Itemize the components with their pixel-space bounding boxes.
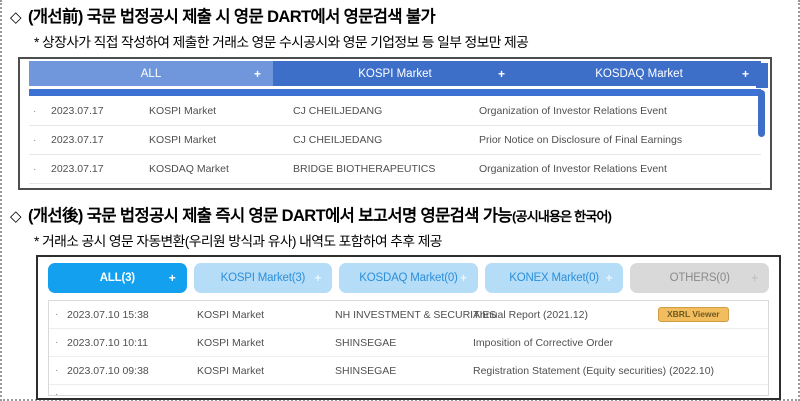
row-bullet: · — [33, 134, 37, 146]
plus-icon[interactable]: + — [169, 271, 176, 285]
cell-market: KOSPI Market — [197, 364, 265, 377]
cell-date: 2023.07.17 — [51, 105, 104, 117]
cell-report-title[interactable]: Organization of Investor Relations Event — [479, 163, 761, 175]
plus-icon[interactable]: + — [460, 271, 467, 285]
scrollbar-thumb[interactable] — [758, 90, 765, 137]
section-before-title-text: (개선前) 국문 법정공시 제출 시 영문 DART에서 영문검색 불가 — [27, 8, 436, 26]
tab-kospi-label: KOSPI Market(3) — [220, 272, 306, 284]
after-screenshot: ALL(3) + KOSPI Market(3) + KOSDAQ Market… — [36, 255, 781, 400]
tab-konex-market[interactable]: KONEX Market(0) + — [484, 263, 624, 293]
after-disclosure-list: · 2023.07.10 15:38 KOSPI Market NH INVES… — [48, 300, 769, 396]
cell-date: 2023.07.10 09:38 — [67, 364, 149, 377]
cell-date: 2023.07.17 — [51, 134, 104, 146]
tab-kospi-market[interactable]: KOSPI Market(3) + — [193, 263, 333, 293]
cell-report-title[interactable]: Prior Notice on Disclosure of Final Earn… — [479, 134, 761, 146]
before-screenshot: ALL + KOSPI Market + KOSDAQ Market + · 2… — [18, 57, 772, 190]
plus-icon[interactable]: + — [314, 271, 321, 285]
header-strip — [29, 89, 761, 96]
cell-date: 2023.07.10 15:38 — [67, 308, 149, 321]
tab-others[interactable]: OTHERS(0) + — [630, 263, 769, 293]
section-before-subtitle: * 상장사가 직접 작성하여 제출한 거래소 영문 수시공시와 영문 기업정보 … — [34, 35, 529, 50]
tab-all[interactable]: ALL + — [29, 61, 273, 86]
row-bullet: · — [33, 105, 37, 117]
section-after-title: ◇ (개선後) 국문 법정공시 제출 즉시 영문 DART에서 보고서명 영문검… — [8, 202, 792, 226]
diamond-bullet-icon: ◇ — [10, 9, 22, 26]
cell-badge: XBRL Viewer — [658, 306, 768, 323]
table-row[interactable]: · 2023.07.17 KOSPI Market CJ CHEILJEDANG… — [29, 97, 761, 126]
xbrl-viewer-badge[interactable]: XBRL Viewer — [658, 306, 729, 323]
tab-all[interactable]: ALL(3) + — [48, 263, 187, 293]
cell-company[interactable]: CJ CHEILJEDANG — [293, 105, 479, 117]
tabbar-right-fill — [756, 63, 768, 88]
cell-company[interactable]: BRIDGE BIOTHERAPEUTICS — [293, 163, 479, 175]
section-after-title-main: (개선後) 국문 법정공시 제출 즉시 영문 DART에서 보고서명 영문검색 … — [27, 207, 513, 225]
tab-kosdaq-label: KOSDAQ Market(0) — [359, 272, 458, 284]
cell-company[interactable]: SHINSEGAE — [335, 365, 473, 377]
table-row-empty: · — [49, 385, 768, 396]
plus-icon[interactable]: + — [742, 67, 749, 81]
row-bullet: · — [55, 337, 59, 348]
cell-market: KOSDAQ Market — [149, 163, 229, 175]
tab-kospi-market[interactable]: KOSPI Market + — [273, 61, 517, 86]
cell-market: KOSPI Market — [197, 336, 265, 349]
tab-kosdaq-market[interactable]: KOSDAQ Market(0) + — [339, 263, 478, 293]
cell-market: KOSPI Market — [149, 105, 217, 117]
table-row[interactable]: · 2023.07.17 KOSPI Market CJ CHEILJEDANG… — [29, 126, 761, 155]
section-before: ◇ (개선前) 국문 법정공시 제출 시 영문 DART에서 영문검색 불가 *… — [8, 3, 792, 190]
cell-date: 2023.07.10 10:11 — [67, 336, 148, 349]
table-row[interactable]: · 2023.07.10 09:38 KOSPI Market SHINSEGA… — [49, 357, 768, 385]
cell-report-title[interactable]: Organization of Investor Relations Event — [479, 105, 761, 117]
table-row[interactable]: · 2023.07.10 15:38 KOSPI Market NH INVES… — [49, 301, 768, 329]
tab-kosdaq-label: KOSDAQ Market — [595, 67, 683, 80]
cell-market: KOSPI Market — [149, 134, 217, 146]
section-after-title-suffix: (공시내용은 한국어) — [512, 209, 612, 224]
document-frame: ◇ (개선前) 국문 법정공시 제출 시 영문 DART에서 영문검색 불가 *… — [0, 0, 800, 401]
section-after-subtitle: * 거래소 공시 영문 자동변환(우리원 방식과 유사) 내역도 포함하여 추후… — [34, 234, 442, 249]
row-bullet: · — [55, 389, 59, 396]
section-before-title: ◇ (개선前) 국문 법정공시 제출 시 영문 DART에서 영문검색 불가 — [8, 3, 792, 27]
cell-company[interactable]: CJ CHEILJEDANG — [293, 134, 479, 146]
cell-company[interactable]: NH INVESTMENT & SECURITIES — [335, 309, 496, 321]
tab-konex-label: KONEX Market(0) — [509, 272, 599, 284]
after-tabbar: ALL(3) + KOSPI Market(3) + KOSDAQ Market… — [48, 263, 769, 293]
plus-icon[interactable]: + — [751, 271, 758, 285]
cell-report-title[interactable]: Annual Report (2021.12) — [473, 309, 658, 321]
plus-icon[interactable]: + — [606, 271, 613, 285]
cell-report-title[interactable]: Registration Statement (Equity securitie… — [473, 365, 714, 377]
table-row[interactable]: · 2023.07.10 10:11 KOSPI Market SHINSEGA… — [49, 329, 768, 357]
table-row-partial — [29, 184, 761, 188]
tab-others-label: OTHERS(0) — [669, 272, 730, 284]
tab-all-label: ALL(3) — [99, 272, 135, 284]
cell-report-title[interactable]: Imposition of Corrective Order — [473, 337, 658, 349]
before-disclosure-list: · 2023.07.17 KOSPI Market CJ CHEILJEDANG… — [29, 97, 761, 188]
cell-date: 2023.07.17 — [51, 163, 104, 175]
section-after-title-text: (개선後) 국문 법정공시 제출 즉시 영문 DART에서 보고서명 영문검색 … — [27, 202, 612, 226]
row-bullet: · — [55, 309, 59, 320]
plus-icon[interactable]: + — [498, 67, 505, 81]
before-tabbar: ALL + KOSPI Market + KOSDAQ Market + — [29, 61, 761, 86]
cell-company[interactable]: SHINSEGAE — [335, 337, 473, 349]
row-bullet: · — [55, 365, 59, 376]
tab-all-label: ALL — [140, 67, 162, 80]
diamond-bullet-icon: ◇ — [10, 208, 22, 225]
table-row[interactable]: · 2023.07.17 KOSDAQ Market BRIDGE BIOTHE… — [29, 155, 761, 184]
tab-kospi-label: KOSPI Market — [358, 67, 432, 80]
plus-icon[interactable]: + — [254, 67, 261, 81]
section-after: ◇ (개선後) 국문 법정공시 제출 즉시 영문 DART에서 보고서명 영문검… — [8, 202, 792, 400]
row-bullet: · — [33, 163, 37, 175]
cell-market: KOSPI Market — [197, 308, 265, 321]
tab-kosdaq-market[interactable]: KOSDAQ Market + — [517, 61, 761, 86]
